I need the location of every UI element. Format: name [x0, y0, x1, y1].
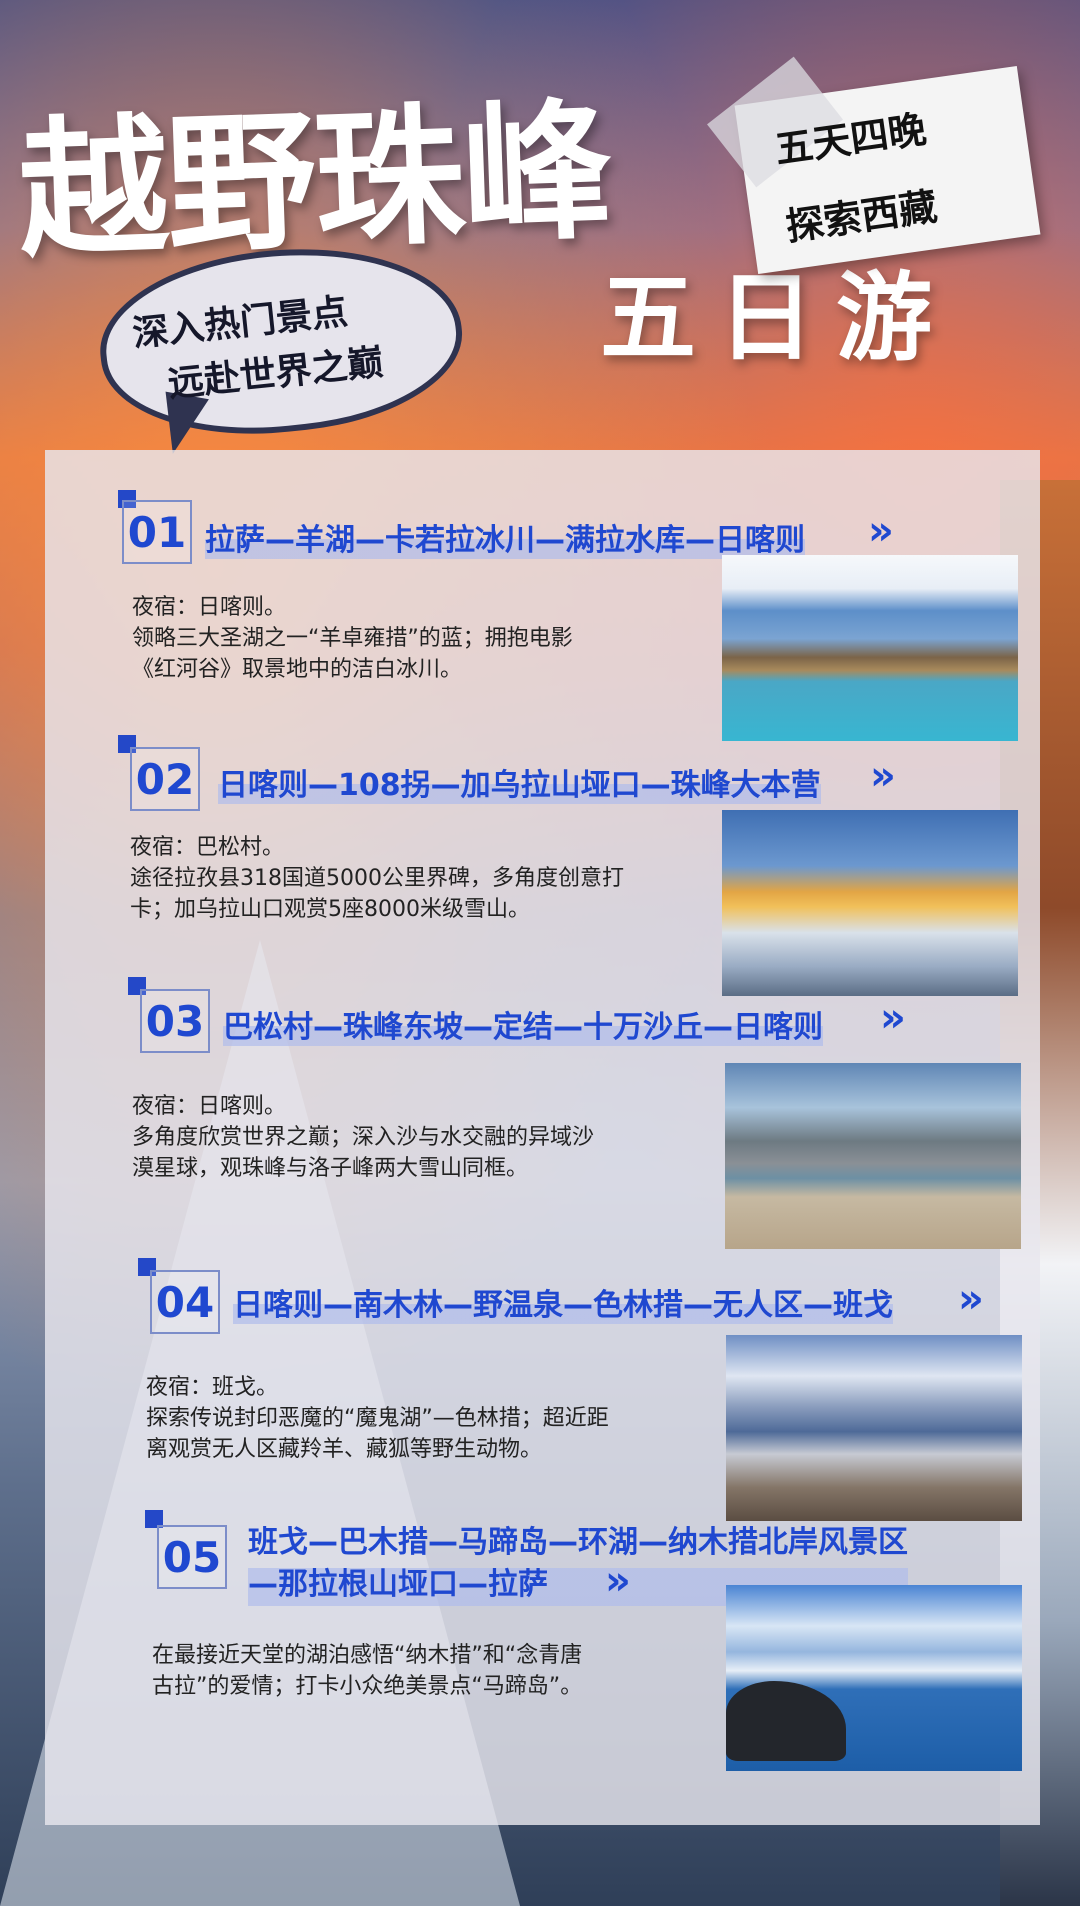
chevron-right-icon: » — [868, 508, 893, 554]
desc-line: 夜宿：班戈。 — [146, 1375, 279, 1400]
chevron-right-icon: » — [880, 995, 905, 1041]
desc-line: 夜宿：巴松村。 — [130, 835, 285, 860]
poster: 越野珠峰 五日游 五天四晚 探索西藏 深入热门景点 远赴世界之巅 01 拉萨—羊… — [0, 0, 1080, 1906]
photo-selin-co-wildlife — [726, 1335, 1022, 1521]
chevron-right-icon: » — [870, 753, 895, 799]
day-route: 巴松村—珠峰东坡—定结—十万沙丘—日喀则 — [223, 1002, 823, 1046]
route-line: 班戈—巴木措—马蹄岛—环湖—纳木措北岸风景区 — [248, 1525, 908, 1560]
tag-text: 五天四晚 探索西藏 — [770, 90, 942, 266]
desc-line: 古拉”的爱情；打卡小众绝美景点“马蹄岛”。 — [152, 1674, 583, 1699]
day-description: 夜宿：班戈。 探索传说封印恶魔的“魔鬼湖”—色林措；超近距 离观赏无人区藏羚羊、… — [146, 1372, 609, 1465]
lake-rock — [726, 1681, 846, 1761]
photo-namtso-lake — [726, 1585, 1022, 1771]
desc-line: 《红河谷》取景地中的洁白冰川。 — [132, 657, 463, 682]
desc-line: 探索传说封印恶魔的“魔鬼湖”—色林措；超近距 — [146, 1406, 609, 1431]
desc-line: 多角度欣赏世界之巅；深入沙与水交融的异域沙 — [132, 1125, 595, 1150]
day-number: 05 — [157, 1525, 227, 1589]
day-route: 日喀则—108拐—加乌拉山垭口—珠峰大本营 — [218, 760, 821, 804]
desc-line: 卡；加乌拉山口观赏5座8000米级雪山。 — [130, 897, 530, 922]
day-route: 日喀则—南木林—野温泉—色林措—无人区—班戈 — [233, 1280, 893, 1324]
day-description: 在最接近天堂的湖泊感悟“纳木措”和“念青唐 古拉”的爱情；打卡小众绝美景点“马蹄… — [152, 1640, 582, 1702]
day-number: 01 — [122, 500, 192, 564]
day-number: 04 — [150, 1270, 220, 1334]
desc-line: 夜宿：日喀则。 — [132, 1094, 287, 1119]
photo-everest-peak — [722, 810, 1018, 996]
desc-line: 夜宿：日喀则。 — [132, 595, 287, 620]
day-number: 03 — [140, 989, 210, 1053]
day-description: 夜宿：巴松村。 途径拉孜县318国道5000公里界碑，多角度创意打 卡；加乌拉山… — [130, 832, 624, 925]
desc-line: 漠星球，观珠峰与洛子峰两大雪山同框。 — [132, 1156, 529, 1181]
day-description: 夜宿：日喀则。 领略三大圣湖之一“羊卓雍措”的蓝；拥抱电影 《红河谷》取景地中的… — [132, 592, 573, 685]
desc-line: 途径拉孜县318国道5000公里界碑，多角度创意打 — [130, 866, 624, 891]
chevron-right-icon: » — [605, 1558, 630, 1604]
day-route: 拉萨—羊湖—卡若拉冰川—满拉水库—日喀则 — [205, 515, 805, 559]
day-number: 02 — [130, 747, 200, 811]
day-description: 夜宿：日喀则。 多角度欣赏世界之巅；深入沙与水交融的异域沙 漠星球，观珠峰与洛子… — [132, 1091, 594, 1184]
chevron-right-icon: » — [958, 1276, 983, 1322]
desc-line: 在最接近天堂的湖泊感悟“纳木措”和“念青唐 — [152, 1643, 583, 1668]
photo-sand-dunes — [725, 1063, 1021, 1249]
desc-line: 离观赏无人区藏羚羊、藏狐等野生动物。 — [146, 1437, 543, 1462]
desc-line: 领略三大圣湖之一“羊卓雍措”的蓝；拥抱电影 — [132, 626, 573, 651]
photo-yamdrok-lake — [722, 555, 1018, 741]
